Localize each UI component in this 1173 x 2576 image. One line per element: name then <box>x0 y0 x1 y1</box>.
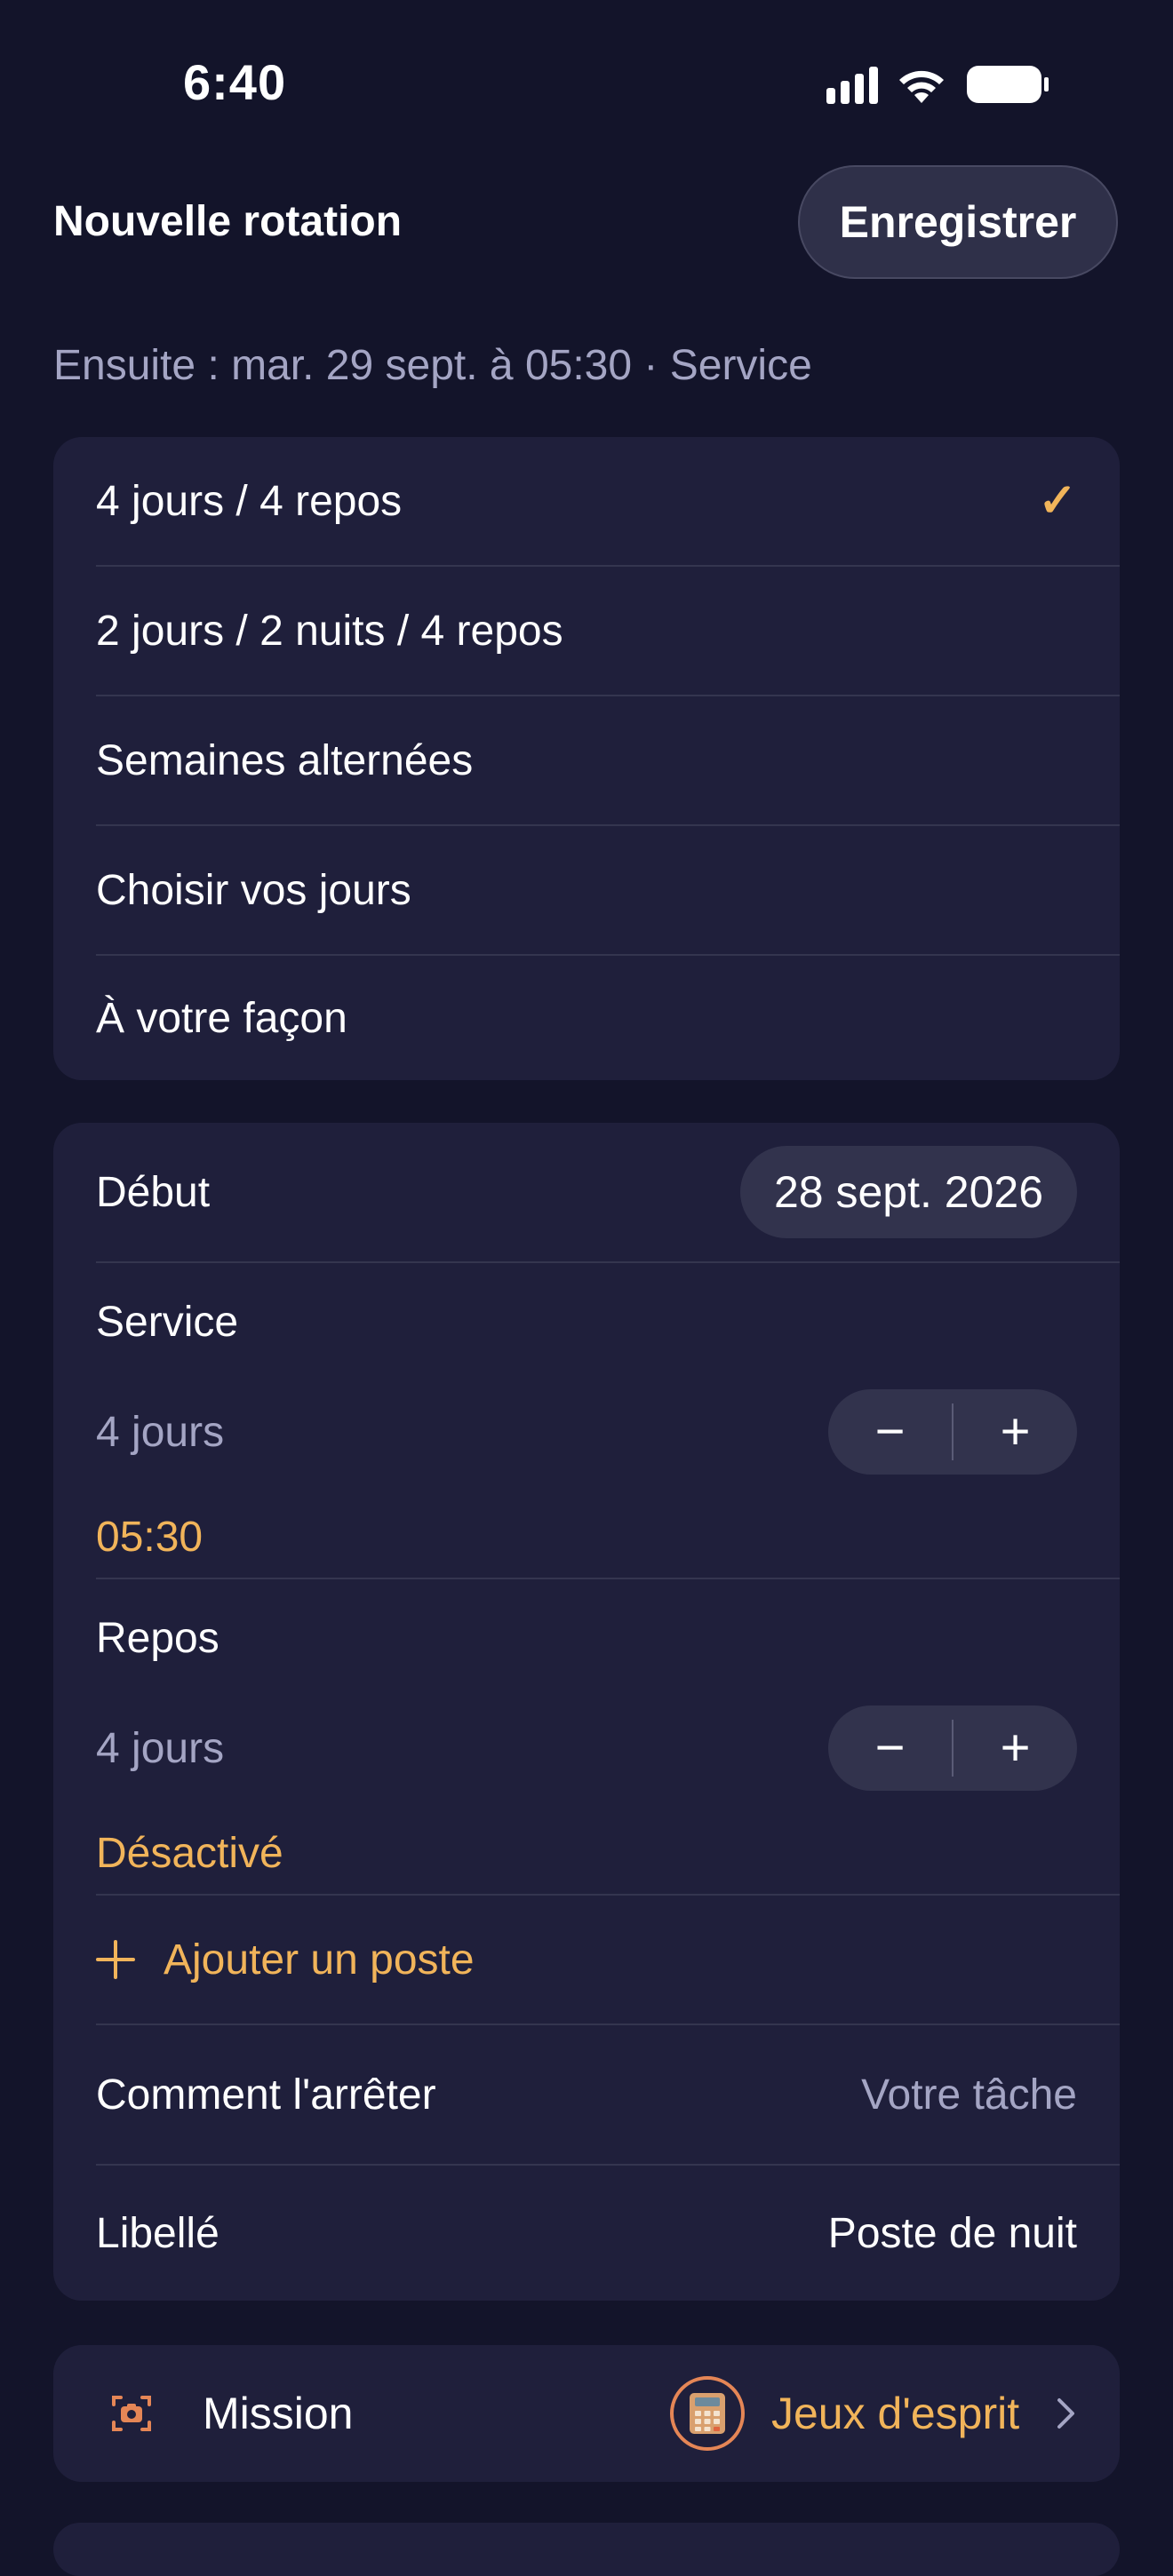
label-field-label: Libellé <box>96 2209 219 2257</box>
start-date-label: Début <box>96 1168 211 1216</box>
pattern-option[interactable]: 4 jours / 4 repos ✓ <box>96 437 1120 565</box>
service-start-time[interactable]: 05:30 <box>96 1513 203 1562</box>
calculator-icon <box>670 2376 745 2451</box>
pattern-option[interactable]: Semaines alternées <box>96 696 1120 824</box>
next-section-card <box>53 2523 1120 2576</box>
stop-method-row[interactable]: Comment l'arrêter Votre tâche <box>96 2025 1120 2164</box>
increment-button[interactable]: + <box>954 1389 1077 1475</box>
plus-icon <box>96 1940 135 1979</box>
service-section-title: Service <box>96 1297 1120 1347</box>
mission-row[interactable]: Mission Jeux d'esprit <box>53 2345 1120 2482</box>
pattern-option-label: Choisir vos jours <box>96 866 411 914</box>
rest-label: Repos <box>96 1614 219 1662</box>
increment-button[interactable]: + <box>954 1705 1077 1791</box>
start-date-picker[interactable]: 28 sept. 2026 <box>739 1146 1077 1238</box>
decrement-button[interactable]: − <box>828 1389 952 1475</box>
checkmark-icon: ✓ <box>1038 475 1077 527</box>
rotation-pattern-list: 4 jours / 4 repos ✓ 2 jours / 2 nuits / … <box>53 437 1120 1080</box>
label-field-value: Poste de nuit <box>827 2209 1077 2257</box>
rest-status[interactable]: Désactivé <box>96 1829 283 1878</box>
status-icons <box>826 64 1050 105</box>
battery-icon <box>965 64 1050 105</box>
rest-status-row[interactable]: Désactivé <box>96 1809 1120 1897</box>
stop-method-label: Comment l'arrêter <box>96 2071 436 2119</box>
chevron-right-icon <box>1057 2398 1074 2429</box>
divider <box>96 1261 1120 1263</box>
service-label: Service <box>96 1298 239 1346</box>
rest-duration-value: 4 jours <box>96 1724 225 1772</box>
save-button[interactable]: Enregistrer <box>798 165 1118 279</box>
next-occurrence-text: Ensuite : mar. 29 sept. à 05:30 · Servic… <box>53 342 812 389</box>
rotation-details-card: Début 28 sept. 2026 Service 4 jours − + … <box>53 1123 1120 2301</box>
stop-method-value: Votre tâche <box>861 2071 1077 2119</box>
cellular-signal-icon <box>826 65 878 104</box>
divider <box>96 1578 1120 1579</box>
pattern-option-label: Semaines alternées <box>96 736 474 784</box>
service-time-row[interactable]: 05:30 <box>96 1492 1120 1581</box>
mission-value: Jeux d'esprit <box>771 2389 1020 2438</box>
wifi-icon <box>894 64 949 105</box>
rest-section-title: Repos <box>96 1613 1120 1663</box>
service-duration-value: 4 jours <box>96 1408 225 1456</box>
add-post-button[interactable]: Ajouter un poste <box>96 1896 1120 2023</box>
decrement-button[interactable]: − <box>828 1705 952 1791</box>
pattern-option[interactable]: 2 jours / 2 nuits / 4 repos <box>96 567 1120 695</box>
page-title: Nouvelle rotation <box>53 198 403 245</box>
rest-duration-row: 4 jours − + <box>96 1695 1120 1801</box>
pattern-option-label: À votre façon <box>96 994 347 1042</box>
pattern-option[interactable]: À votre façon <box>96 956 1120 1080</box>
start-date-row: Début 28 sept. 2026 <box>96 1123 1120 1261</box>
status-time: 6:40 <box>183 54 287 110</box>
mission-label: Mission <box>203 2389 354 2438</box>
camera-scan-icon <box>112 2396 151 2431</box>
pattern-option[interactable]: Choisir vos jours <box>96 826 1120 954</box>
status-bar: 6:40 <box>0 0 1173 169</box>
pattern-option-label: 2 jours / 2 nuits / 4 repos <box>96 607 563 655</box>
service-duration-row: 4 jours − + <box>96 1379 1120 1485</box>
label-row[interactable]: Libellé Poste de nuit <box>96 2166 1120 2301</box>
rest-duration-stepper: − + <box>828 1705 1077 1791</box>
service-duration-stepper: − + <box>828 1389 1077 1475</box>
pattern-option-label: 4 jours / 4 repos <box>96 477 403 525</box>
add-post-label: Ajouter un poste <box>164 1936 475 1984</box>
